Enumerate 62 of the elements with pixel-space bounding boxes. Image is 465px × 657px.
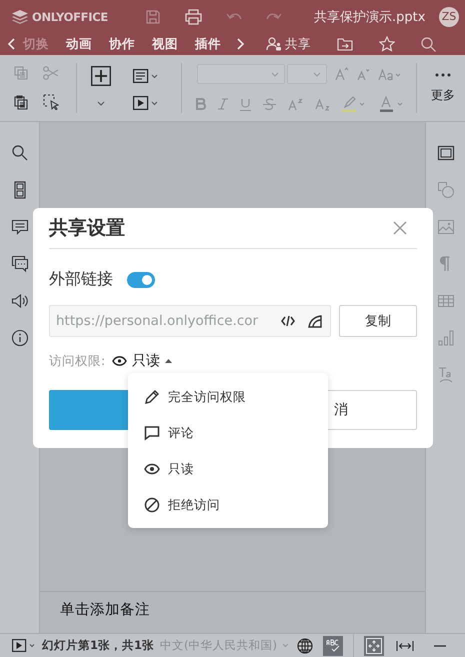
caret-icon — [312, 72, 320, 76]
paste-icon[interactable] — [14, 94, 28, 110]
globe-icon[interactable] — [297, 638, 313, 654]
menu-item[interactable]: 拒绝访问 — [128, 487, 328, 523]
font-size-field[interactable] — [286, 64, 326, 84]
more-button[interactable]: 更多 — [423, 72, 463, 104]
access-rights-label: 访问权限: — [49, 352, 106, 370]
caret-icon[interactable] — [97, 100, 105, 106]
external-link-label: 外部链接 — [49, 269, 113, 290]
add-slide-icon[interactable] — [91, 66, 111, 86]
copy-button[interactable]: 复制 — [339, 305, 417, 337]
save-icon[interactable] — [145, 8, 161, 24]
user-icon — [266, 37, 282, 51]
search-icon[interactable] — [421, 36, 436, 52]
chevron-left-icon[interactable] — [8, 38, 15, 50]
share-button[interactable]: 共享 — [266, 36, 311, 52]
play-icon[interactable] — [133, 96, 159, 110]
star-icon[interactable] — [379, 36, 395, 52]
play-icon[interactable] — [12, 639, 36, 652]
info-icon[interactable] — [10, 329, 28, 347]
menu-item[interactable]: 评论 — [128, 415, 328, 451]
menu-tab[interactable]: 动画 — [66, 36, 92, 52]
comment-icon — [144, 425, 160, 441]
folder-icon[interactable] — [337, 38, 353, 50]
select-icon[interactable] — [43, 94, 59, 110]
menu-tab[interactable]: 协作 — [109, 36, 135, 52]
comment-icon[interactable] — [10, 218, 28, 236]
external-link-toggle[interactable] — [127, 272, 155, 288]
eye-icon — [144, 461, 160, 477]
caret-up-icon[interactable] — [165, 359, 172, 363]
caret-icon — [282, 643, 289, 648]
print-icon[interactable] — [185, 8, 202, 24]
notes-field[interactable]: 单击添加备注 — [40, 592, 425, 633]
chat-icon[interactable] — [10, 255, 28, 273]
document-title: 共享保护演示.pptx — [314, 8, 426, 26]
menu-tab[interactable]: 视图 — [152, 36, 178, 52]
speaker-icon[interactable] — [10, 292, 28, 310]
fit-width-icon[interactable] — [396, 640, 414, 652]
slide-settings-icon[interactable] — [436, 144, 454, 162]
embed-code-icon[interactable] — [281, 315, 295, 327]
font-name-field[interactable] — [196, 64, 284, 84]
more-icon — [435, 72, 451, 76]
layout-icon[interactable] — [133, 69, 159, 83]
spellcheck-button[interactable] — [323, 636, 343, 656]
slide-counter: 幻灯片第1张，共1张 — [42, 638, 154, 653]
fit-slide-button[interactable] — [364, 636, 384, 656]
pencil-icon — [144, 389, 160, 405]
search-icon[interactable] — [10, 144, 28, 162]
eye-icon — [112, 356, 128, 366]
user-avatar[interactable]: ZS — [439, 6, 459, 26]
menu-item[interactable]: 只读 — [128, 451, 328, 487]
menu-item[interactable]: 完全访问权限 — [128, 379, 328, 415]
logo-icon — [12, 10, 28, 24]
close-icon[interactable] — [393, 221, 407, 235]
access-rights-dropdown[interactable]: 只读 — [132, 352, 160, 370]
caret-icon — [270, 72, 278, 76]
menu-tab[interactable]: 插件 — [195, 36, 221, 52]
app-logo: ONLYOFFICE — [32, 10, 108, 24]
forbidden-icon — [144, 497, 160, 513]
dialog-title: 共享设置 — [49, 216, 125, 241]
chevron-right-icon[interactable] — [237, 38, 244, 50]
shape-icon[interactable] — [308, 314, 322, 328]
